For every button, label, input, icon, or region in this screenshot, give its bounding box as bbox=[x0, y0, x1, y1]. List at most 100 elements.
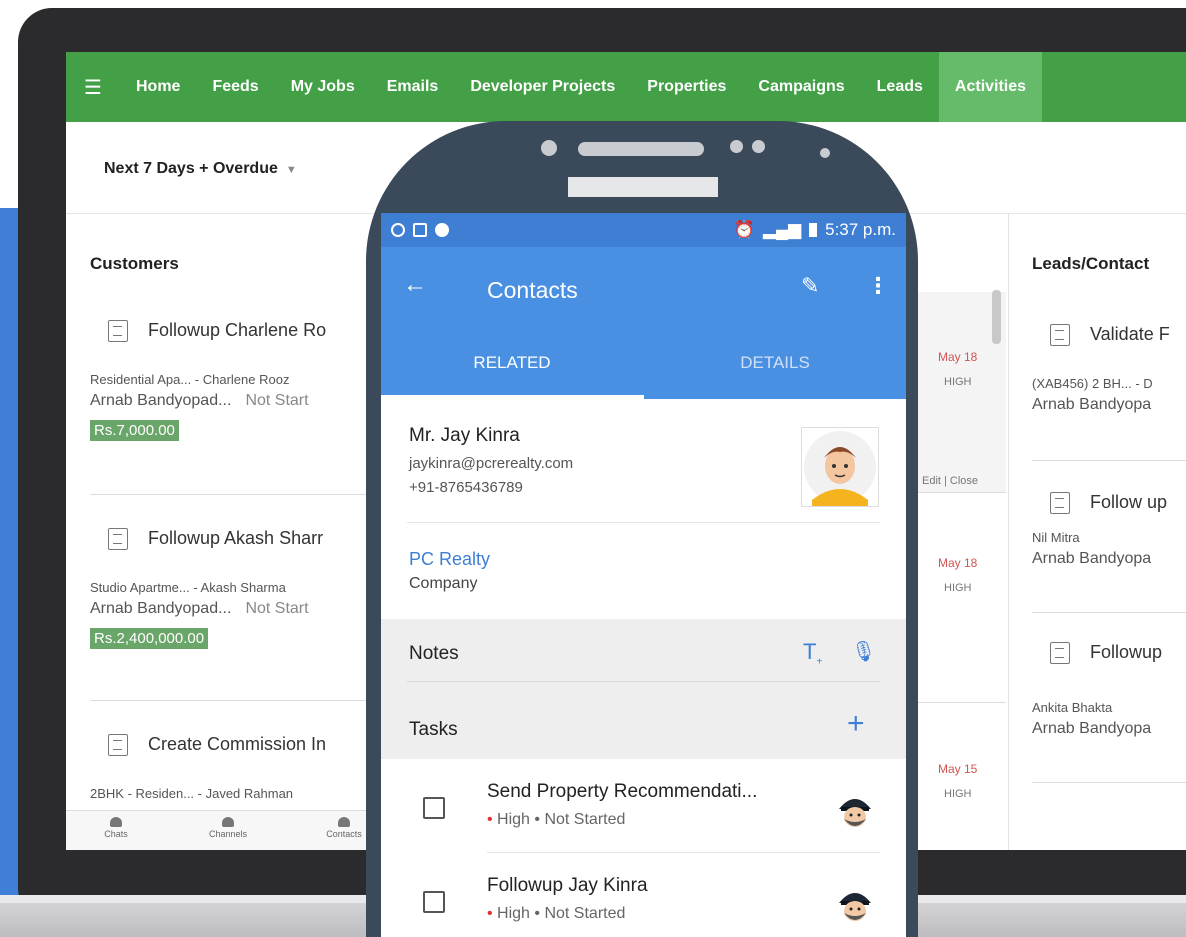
tab-related[interactable]: RELATED bbox=[381, 353, 643, 373]
task-priority: High bbox=[497, 905, 530, 922]
task-icon bbox=[1050, 492, 1070, 514]
hamburger-menu-icon[interactable]: ☰ bbox=[66, 75, 120, 100]
scrollbar-thumb[interactable] bbox=[992, 290, 1001, 344]
contacts-icon bbox=[338, 817, 350, 827]
priority-label: HIGH bbox=[944, 788, 972, 800]
task-item[interactable]: Send Property Recommendati... • High • N… bbox=[381, 759, 906, 853]
nav-emails[interactable]: Emails bbox=[371, 52, 455, 122]
company-name-link[interactable]: PC Realty bbox=[409, 549, 490, 570]
divider bbox=[1032, 782, 1186, 783]
edit-pencil-icon[interactable]: ✎ bbox=[801, 273, 819, 299]
activity-subtitle: Studio Apartme... - Akash Sharma bbox=[90, 580, 286, 595]
nav-home[interactable]: Home bbox=[120, 52, 196, 122]
priority-bullet: • bbox=[487, 811, 498, 828]
contacts-label: Contacts bbox=[326, 829, 362, 839]
nav-leads[interactable]: Leads bbox=[861, 52, 939, 122]
divider bbox=[407, 681, 880, 682]
phone-sensor bbox=[820, 148, 830, 158]
owner-name: Arnab Bandyopad... bbox=[90, 600, 232, 617]
contact-avatar bbox=[801, 427, 879, 507]
channels-label: Channels bbox=[208, 829, 248, 839]
channels-tab[interactable]: Channels bbox=[198, 817, 258, 839]
task-icon bbox=[108, 320, 128, 342]
contact-email[interactable]: jaykinra@pcrerealty.com bbox=[409, 455, 573, 472]
activity-title[interactable]: Followup Charlene Ro bbox=[148, 320, 326, 341]
chats-tab[interactable]: Chats bbox=[86, 817, 146, 839]
nav-campaigns[interactable]: Campaigns bbox=[742, 52, 860, 122]
phone-speaker bbox=[578, 142, 704, 156]
status-time: 5:37 p.m. bbox=[825, 220, 896, 239]
task-meta: • High • Not Started bbox=[487, 905, 626, 922]
activity-title[interactable]: Follow up bbox=[1090, 492, 1167, 513]
task-title[interactable]: Followup Jay Kinra bbox=[487, 875, 648, 897]
contact-phone[interactable]: +91-8765436789 bbox=[409, 479, 523, 496]
notes-label: Notes bbox=[409, 643, 459, 664]
add-task-icon[interactable]: + bbox=[847, 709, 865, 739]
due-date: May 18 bbox=[938, 556, 978, 570]
nav-activities[interactable]: Activities bbox=[938, 52, 1043, 122]
add-voice-note-icon[interactable]: 🎙 bbox=[851, 639, 876, 664]
amount-badge: Rs.7,000.00 bbox=[90, 420, 179, 441]
activity-title[interactable]: Validate F bbox=[1090, 324, 1170, 345]
due-date: May 18 bbox=[938, 350, 978, 364]
task-icon bbox=[108, 734, 128, 756]
alarm-icon: ⏰ bbox=[733, 220, 755, 239]
task-status: Not Started bbox=[544, 905, 626, 922]
assignee-avatar bbox=[831, 787, 879, 835]
task-icon bbox=[108, 528, 128, 550]
column-divider bbox=[1008, 214, 1009, 850]
due-date: May 15 bbox=[938, 762, 978, 776]
contact-header: Mr. Jay Kinra jaykinra@pcrerealty.com +9… bbox=[381, 399, 906, 523]
activity-owner: Arnab Bandyopad... Not Start bbox=[90, 392, 309, 410]
activity-owner: Arnab Bandyopa bbox=[1032, 550, 1152, 567]
task-checkbox[interactable] bbox=[423, 797, 445, 819]
front-camera bbox=[541, 140, 557, 156]
task-priority: High bbox=[497, 811, 530, 828]
contacts-app-bar: ← Contacts ✎ ⋮ RELATED DETAILS bbox=[381, 247, 906, 399]
divider bbox=[1032, 612, 1186, 613]
nav-my-jobs[interactable]: My Jobs bbox=[275, 52, 371, 122]
activity-subtitle: Residential Apa... - Charlene Rooz bbox=[90, 372, 290, 387]
phone-earpiece bbox=[568, 177, 718, 197]
priority-label: HIGH bbox=[944, 376, 972, 388]
divider bbox=[90, 494, 370, 495]
tasks-label: Tasks bbox=[409, 719, 458, 740]
add-text-note-icon[interactable]: T+ bbox=[803, 639, 822, 667]
task-status: Not Started bbox=[544, 811, 626, 828]
chats-label: Chats bbox=[104, 829, 128, 839]
nav-developer-projects[interactable]: Developer Projects bbox=[454, 52, 631, 122]
task-title[interactable]: Send Property Recommendati... bbox=[487, 781, 757, 803]
activity-subtitle: (XAB456) 2 BH... - D bbox=[1032, 376, 1153, 391]
app-bar-title: Contacts bbox=[487, 277, 578, 303]
customers-column-title: Customers bbox=[90, 254, 179, 273]
assignee-avatar bbox=[831, 881, 879, 929]
chat-icon bbox=[110, 817, 122, 827]
activity-owner: Arnab Bandyopa bbox=[1032, 396, 1152, 413]
nav-feeds[interactable]: Feeds bbox=[196, 52, 274, 122]
more-options-icon[interactable]: ⋮ bbox=[867, 273, 889, 299]
whatsapp-icon bbox=[391, 223, 405, 237]
owner-name: Arnab Bandyopad... bbox=[90, 392, 232, 409]
contacts-tab[interactable]: Contacts bbox=[314, 817, 374, 839]
priority-label: HIGH bbox=[944, 582, 972, 594]
back-arrow-icon[interactable]: ← bbox=[403, 271, 427, 299]
priority-bullet: • bbox=[487, 905, 498, 922]
amount-badge: Rs.2,400,000.00 bbox=[90, 628, 209, 649]
date-filter-dropdown[interactable]: Next 7 Days + Overdue ▼ bbox=[104, 160, 297, 178]
tab-details[interactable]: DETAILS bbox=[644, 353, 906, 373]
task-checkbox[interactable] bbox=[423, 891, 445, 913]
activity-title[interactable]: Followup Akash Sharr bbox=[148, 528, 323, 549]
activity-title[interactable]: Create Commission In bbox=[148, 734, 326, 755]
channels-icon bbox=[222, 817, 234, 827]
divider bbox=[916, 492, 1006, 493]
signal-icon: ▂▄▆ bbox=[762, 220, 802, 239]
nav-properties[interactable]: Properties bbox=[631, 52, 742, 122]
company-section: PC Realty Company bbox=[381, 523, 906, 619]
activity-title[interactable]: Followup bbox=[1090, 642, 1162, 663]
chat-bottom-bar: Chats Channels Contacts bbox=[66, 810, 366, 850]
divider bbox=[916, 702, 1006, 703]
date-filter-label: Next 7 Days + Overdue bbox=[104, 160, 278, 177]
edit-close-links[interactable]: Edit | Close bbox=[922, 475, 978, 487]
task-item[interactable]: Followup Jay Kinra • High • Not Started bbox=[381, 853, 906, 937]
divider bbox=[1032, 460, 1186, 461]
